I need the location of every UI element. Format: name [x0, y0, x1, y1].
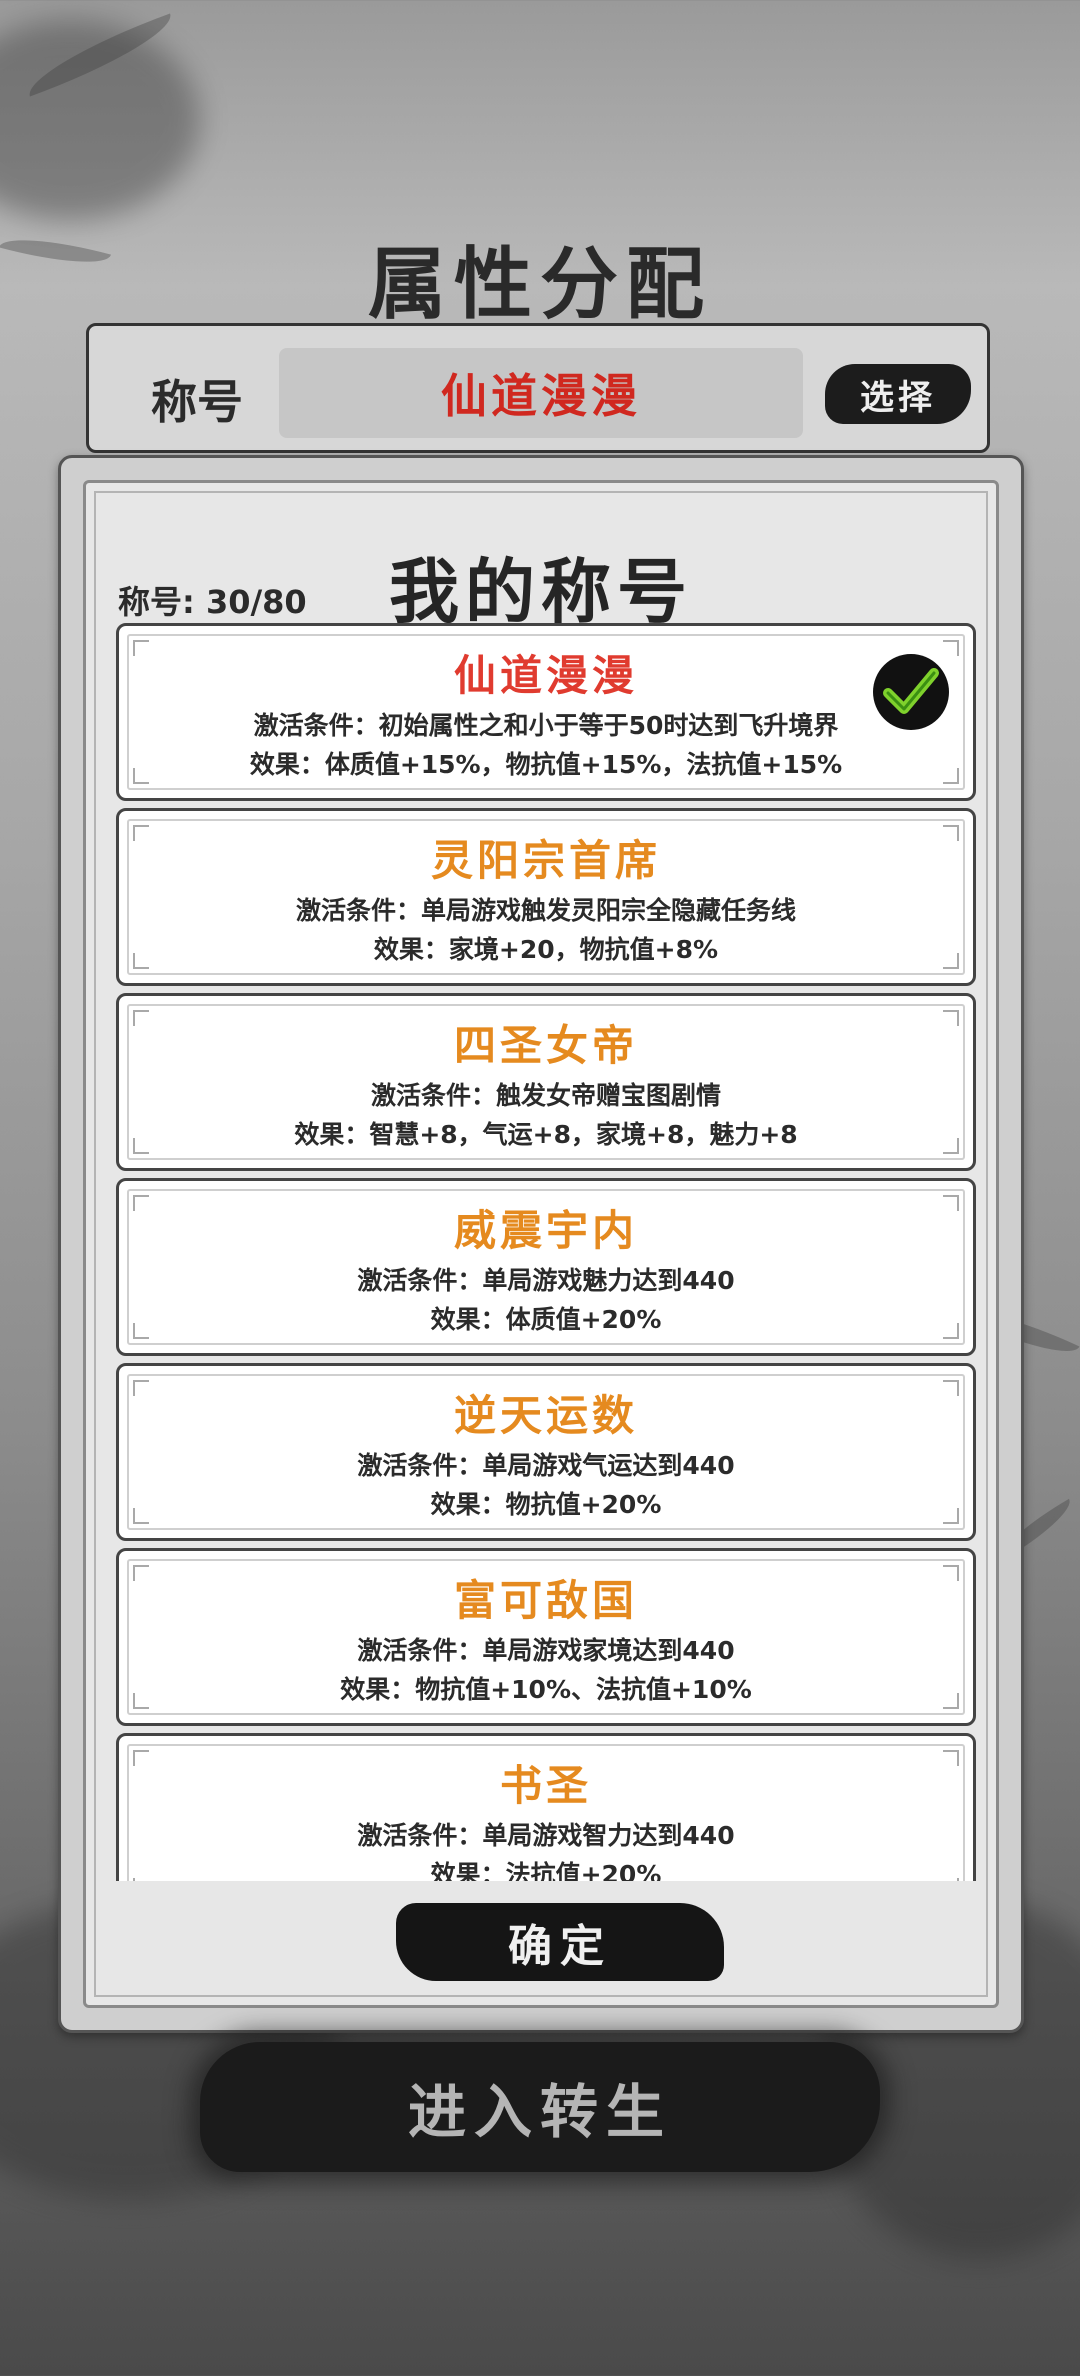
title-condition: 激活条件：单局游戏气运达到440 — [357, 1451, 735, 1480]
title-bar-label: 称号 — [151, 375, 243, 429]
current-title-display: 仙道漫漫 — [279, 348, 803, 438]
title-name: 富可敌国 — [453, 1576, 638, 1625]
title-effect: 效果：智慧+8，气运+8，家境+8，魅力+8 — [294, 1120, 798, 1149]
title-card[interactable]: 书圣 激活条件：单局游戏智力达到440 效果：法抗值+20% — [116, 1733, 976, 1881]
title-count: 称号: 30/80 — [118, 583, 307, 621]
title-card[interactable]: 威震宇内 激活条件：单局游戏魅力达到440 效果：体质值+20% — [116, 1178, 976, 1356]
title-condition: 激活条件：触发女帝赠宝图剧情 — [370, 1081, 721, 1110]
title-name: 灵阳宗首席 — [430, 836, 661, 885]
title-condition: 激活条件：单局游戏家境达到440 — [357, 1636, 735, 1665]
title-list[interactable]: 仙道漫漫 激活条件：初始属性之和小于等于50时达到飞升境界 效果：体质值+15%… — [116, 623, 976, 1881]
title-condition: 激活条件：单局游戏触发灵阳宗全隐藏任务线 — [295, 896, 796, 925]
title-condition: 激活条件：初始属性之和小于等于50时达到飞升境界 — [253, 711, 839, 740]
title-card[interactable]: 四圣女帝 激活条件：触发女帝赠宝图剧情 效果：智慧+8，气运+8，家境+8，魅力… — [116, 993, 976, 1171]
title-effect: 效果：家境+20，物抗值+8% — [373, 935, 719, 964]
title-card[interactable]: 逆天运数 激活条件：单局游戏气运达到440 效果：物抗值+20% — [116, 1363, 976, 1541]
title-effect: 效果：体质值+15%，物抗值+15%，法抗值+15% — [249, 750, 843, 779]
confirm-button[interactable]: 确定 — [396, 1903, 724, 1981]
title-effect: 效果：物抗值+10%、法抗值+10% — [340, 1675, 752, 1704]
checkmark-icon — [873, 654, 949, 730]
my-titles-modal: 我的称号 称号: 30/80 仙道漫漫 激活条件：初始属性之和小于等于50时达到… — [58, 455, 1024, 2033]
title-name: 逆天运数 — [453, 1391, 638, 1440]
title-card[interactable]: 灵阳宗首席 激活条件：单局游戏触发灵阳宗全隐藏任务线 效果：家境+20，物抗值+… — [116, 808, 976, 986]
title-name: 四圣女帝 — [453, 1021, 638, 1070]
title-bar: 称号 仙道漫漫 选择 — [86, 323, 990, 453]
title-effect: 效果：体质值+20% — [430, 1305, 662, 1334]
select-title-button[interactable]: 选择 — [825, 364, 971, 424]
title-name: 仙道漫漫 — [453, 651, 638, 700]
title-effect: 效果：物抗值+20% — [430, 1490, 662, 1519]
title-condition: 激活条件：单局游戏智力达到440 — [357, 1821, 735, 1850]
title-name: 书圣 — [499, 1761, 592, 1810]
enter-rebirth-button[interactable]: 进入转生 — [200, 2042, 880, 2172]
title-effect: 效果：法抗值+20% — [430, 1860, 662, 1881]
modal-inner-frame: 我的称号 称号: 30/80 仙道漫漫 激活条件：初始属性之和小于等于50时达到… — [83, 480, 999, 2008]
title-condition: 激活条件：单局游戏魅力达到440 — [357, 1266, 735, 1295]
title-card[interactable]: 仙道漫漫 激活条件：初始属性之和小于等于50时达到飞升境界 效果：体质值+15%… — [116, 623, 976, 801]
page-title: 属性分配 — [367, 240, 712, 330]
title-card[interactable]: 富可敌国 激活条件：单局游戏家境达到440 效果：物抗值+10%、法抗值+10% — [116, 1548, 976, 1726]
title-name: 威震宇内 — [453, 1206, 638, 1255]
